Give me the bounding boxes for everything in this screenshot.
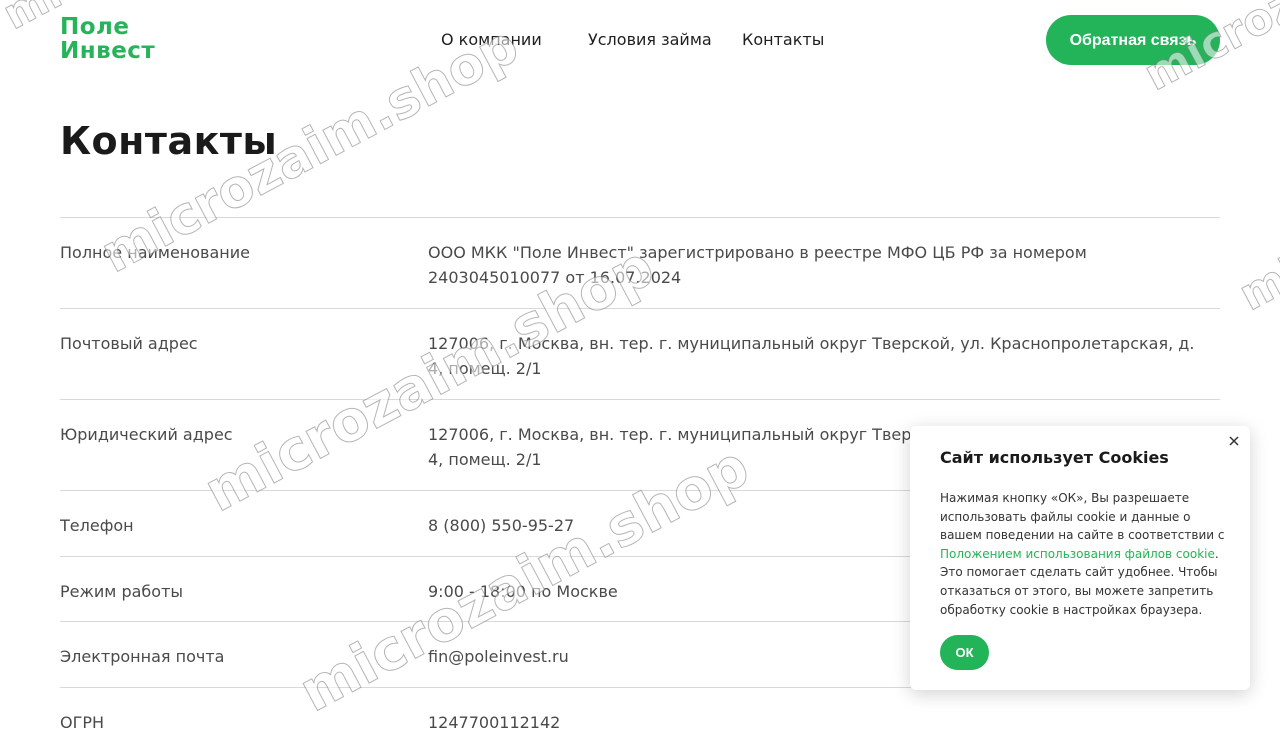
nav-item-contacts[interactable]: Контакты [742,30,824,49]
site-header: Поле Инвест О компании Условия займа Кон… [0,0,1280,80]
row-label: ОГРН [60,710,400,735]
cookie-text: Нажимая кнопку «ОК», Вы разрешаете испол… [940,489,1235,619]
table-row: Полное наименование ООО МКК "Поле Инвест… [60,217,1220,308]
row-value: 1247700112142 [428,710,1208,735]
row-label: Почтовый адрес [60,331,400,356]
table-row: Почтовый адрес 127006, г. Москва, вн. те… [60,308,1220,399]
cookie-title: Сайт использует Cookies [940,448,1169,467]
row-label: Телефон [60,513,400,538]
cookie-policy-link[interactable]: Положением использования файлов cookie [940,547,1215,561]
cookie-banner: Сайт использует Cookies Нажимая кнопку «… [910,426,1250,690]
row-value: 127006, г. Москва, вн. тер. г. муниципал… [428,331,1208,381]
row-label: Полное наименование [60,240,400,265]
row-label: Режим работы [60,579,400,604]
cookie-text-before: Нажимая кнопку «ОК», Вы разрешаете испол… [940,491,1224,542]
row-label: Электронная почта [60,644,400,669]
row-label: Юридический адрес [60,422,400,447]
nav-item-about[interactable]: О компании [441,30,542,49]
cookie-ok-button[interactable]: ОК [940,635,989,670]
watermark: microzaim.shop [1231,92,1280,321]
close-icon[interactable] [1227,434,1241,448]
nav-item-loan-terms[interactable]: Условия займа [588,30,712,49]
table-row: ОГРН 1247700112142 [60,687,1220,752]
feedback-button[interactable]: Обратная связь [1046,15,1220,65]
page-title: Контакты [60,119,277,163]
row-value: ООО МКК "Поле Инвест" зарегистрировано в… [428,240,1208,290]
